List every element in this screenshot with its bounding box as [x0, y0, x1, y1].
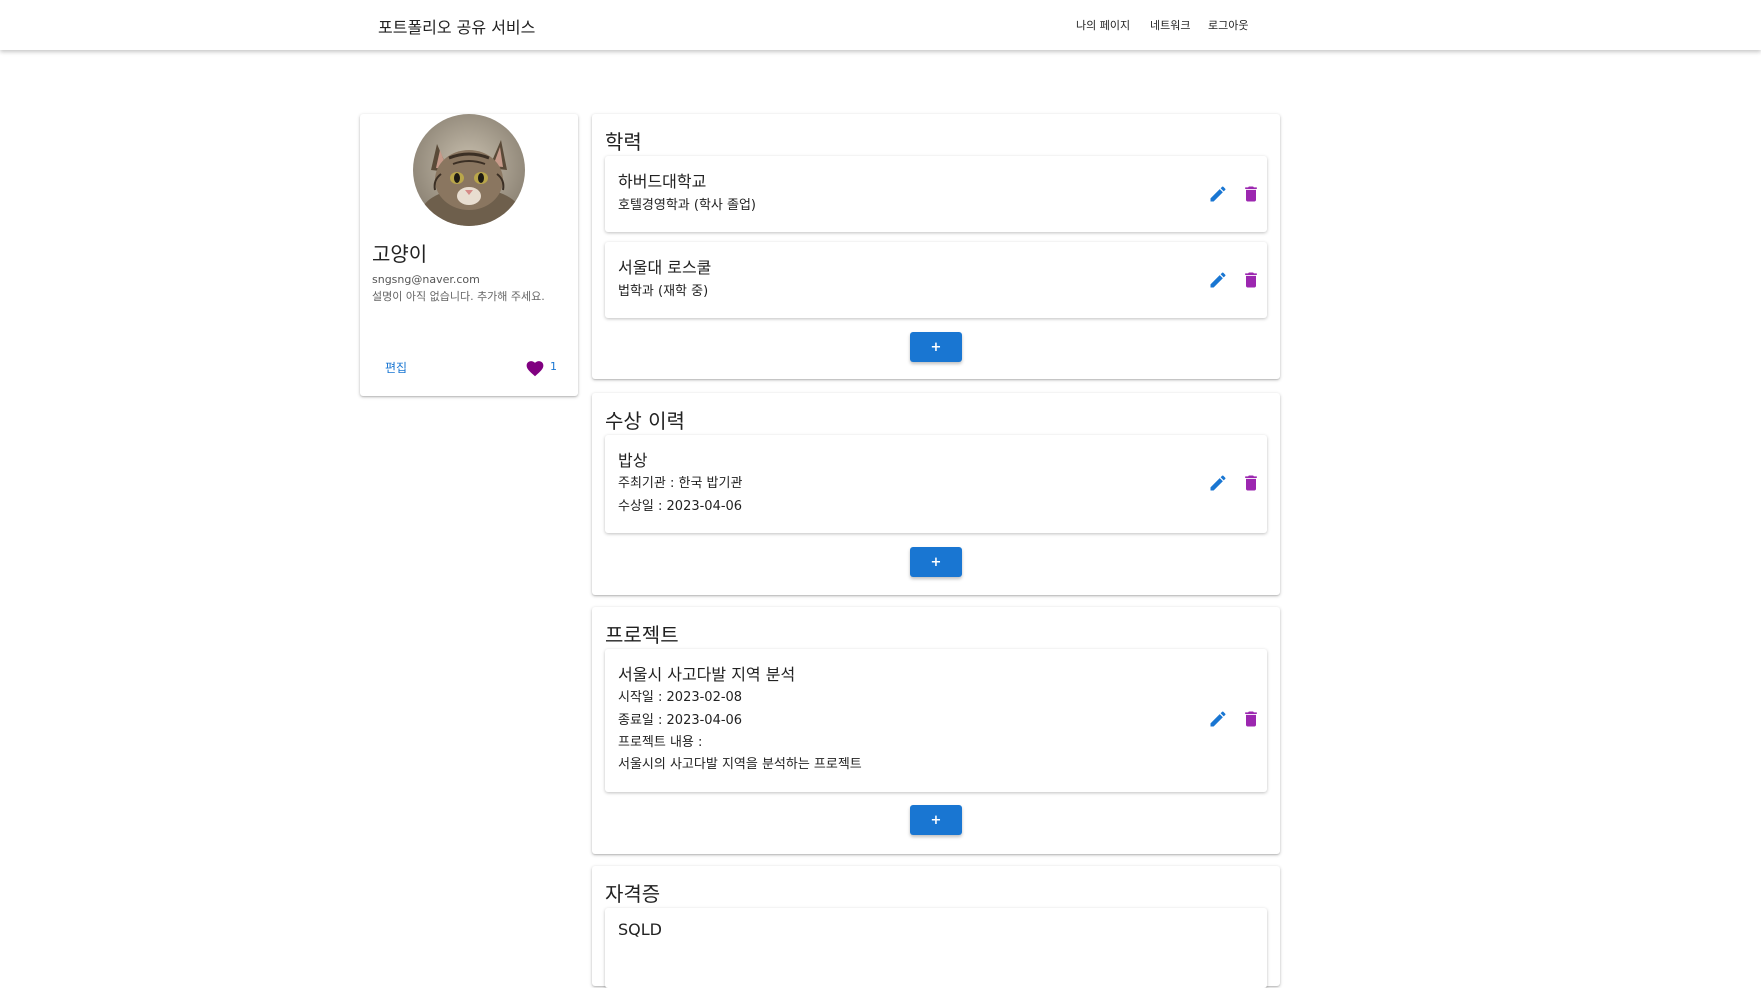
award-item: 밥상 주최기관 : 한국 밥기관 수상일 : 2023-04-06 [605, 435, 1267, 533]
profile-description: 설명이 아직 없습니다. 추가해 주세요. [372, 290, 545, 303]
education-title: 학력 [605, 130, 642, 154]
education-detail: 법학과 (재학 중) [618, 284, 709, 299]
awards-title: 수상 이력 [605, 409, 685, 433]
nav-network[interactable]: 네트워크 [1150, 17, 1190, 33]
award-org: 주최기관 : 한국 밥기관 [618, 476, 743, 491]
education-detail: 호텔경영학과 (학사 졸업) [618, 198, 757, 213]
certificates-title: 자격증 [605, 882, 661, 906]
education-item: 하버드대학교 호텔경영학과 (학사 졸업) [605, 156, 1267, 232]
profile-edit-button[interactable]: 편집 [385, 359, 407, 376]
education-section: 학력 하버드대학교 호텔경영학과 (학사 졸업) 서울대 로스쿨 법학과 (재학… [592, 114, 1280, 379]
certificates-section: 자격증 SQLD [592, 866, 1280, 988]
edit-pencil-icon[interactable] [1208, 270, 1228, 290]
add-education-button[interactable]: + [910, 332, 962, 362]
nav-logout[interactable]: 로그아웃 [1208, 17, 1248, 33]
top-navbar: 포트폴리오 공유 서비스 나의 페이지 네트워크 로그아웃 [0, 0, 1761, 50]
delete-trash-icon[interactable] [1241, 270, 1261, 290]
add-project-button[interactable]: + [910, 805, 962, 835]
project-content-label: 프로젝트 내용 : [618, 735, 703, 750]
like-count: 1 [550, 360, 557, 373]
heart-icon[interactable] [526, 361, 544, 377]
nav-my-page[interactable]: 나의 페이지 [1076, 17, 1130, 33]
education-school: 서울대 로스쿨 [618, 258, 712, 277]
add-award-button[interactable]: + [910, 547, 962, 577]
education-item: 서울대 로스쿨 법학과 (재학 중) [605, 242, 1267, 318]
delete-trash-icon[interactable] [1241, 184, 1261, 204]
education-school: 하버드대학교 [618, 172, 707, 191]
certificate-item: SQLD [605, 908, 1267, 988]
edit-pencil-icon[interactable] [1208, 473, 1228, 493]
brand-title[interactable]: 포트폴리오 공유 서비스 [378, 14, 535, 38]
project-content: 서울시의 사고다발 지역을 분석하는 프로젝트 [618, 757, 862, 772]
edit-pencil-icon[interactable] [1208, 709, 1228, 729]
awards-section: 수상 이력 밥상 주최기관 : 한국 밥기관 수상일 : 2023-04-06 … [592, 393, 1280, 595]
projects-section: 프로젝트 서울시 사고다발 지역 분석 시작일 : 2023-02-08 종료일… [592, 607, 1280, 854]
projects-title: 프로젝트 [605, 623, 679, 647]
delete-trash-icon[interactable] [1241, 709, 1261, 729]
project-start: 시작일 : 2023-02-08 [618, 690, 743, 705]
profile-email: sngsng@naver.com [372, 273, 480, 286]
profile-card: 고양이 sngsng@naver.com 설명이 아직 없습니다. 추가해 주세… [360, 114, 578, 396]
project-name: 서울시 사고다발 지역 분석 [618, 665, 796, 684]
award-name: 밥상 [618, 451, 648, 470]
profile-name: 고양이 [372, 242, 428, 266]
award-date: 수상일 : 2023-04-06 [618, 499, 743, 514]
project-end: 종료일 : 2023-04-06 [618, 713, 743, 728]
delete-trash-icon[interactable] [1241, 473, 1261, 493]
cat-photo [413, 114, 525, 226]
edit-pencil-icon[interactable] [1208, 184, 1228, 204]
project-item: 서울시 사고다발 지역 분석 시작일 : 2023-02-08 종료일 : 20… [605, 649, 1267, 792]
certificate-name: SQLD [618, 920, 662, 939]
avatar [413, 114, 525, 226]
